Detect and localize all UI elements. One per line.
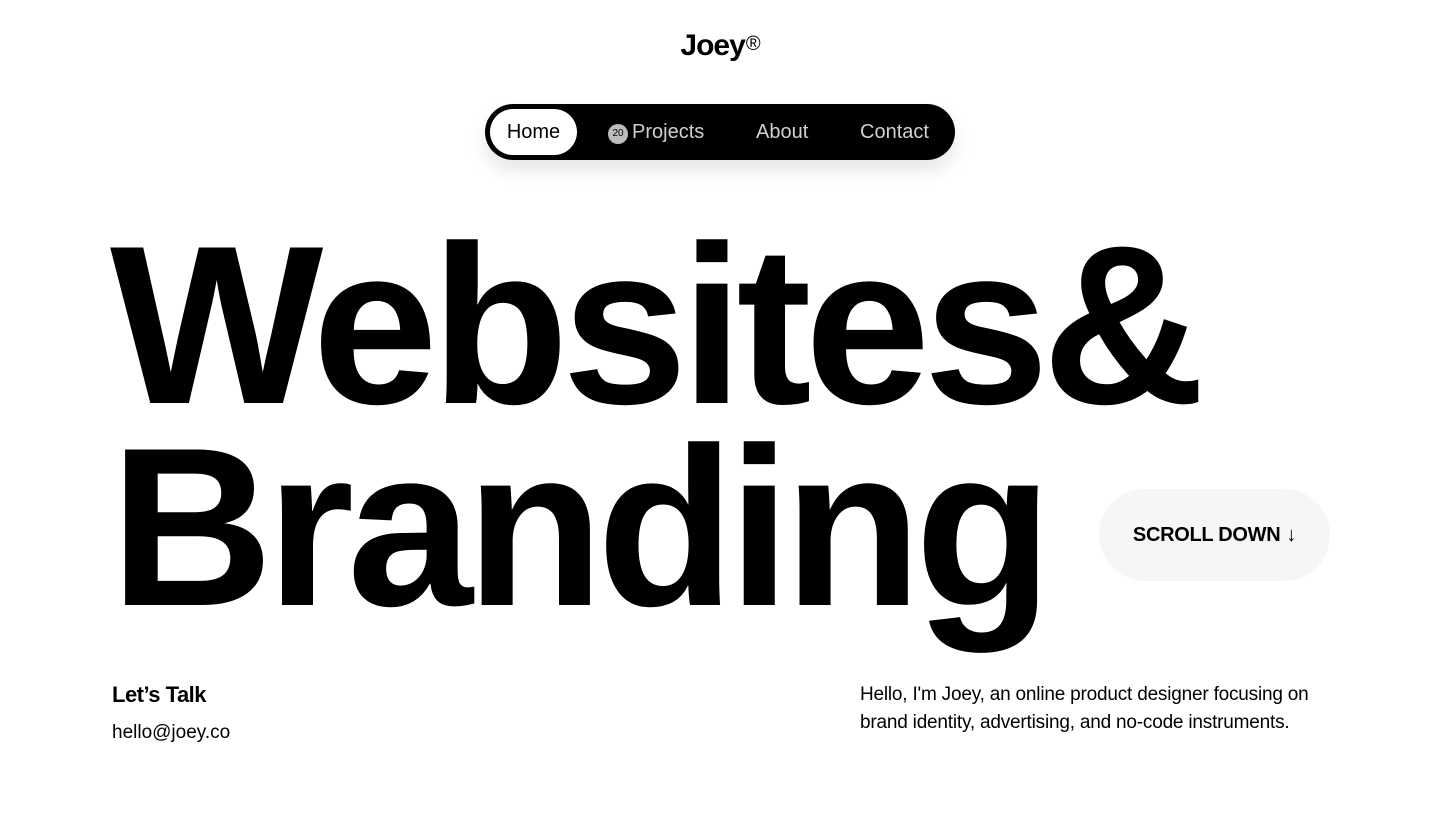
main-nav: Home 20 Projects About Contact [485,104,955,160]
nav-item-about[interactable]: About [756,109,808,155]
lets-talk-heading: Let’s Talk [112,682,207,707]
nav-item-label: Contact [860,121,929,143]
nav-item-projects[interactable]: 20 Projects [608,109,704,155]
email-link[interactable]: hello@joey.co [112,722,230,744]
arrow-down-icon: ↓ [1286,524,1297,546]
nav-item-contact[interactable]: Contact [860,109,929,155]
logo[interactable]: Joey® [0,26,1440,66]
nav-item-home[interactable]: Home [490,109,577,155]
page: Joey® Home 20 Projects About Contact Webs… [0,0,1440,818]
registered-mark: ® [745,33,761,55]
hero-heading-line-2: Branding [110,400,1053,653]
logo-text: Joey [680,29,745,62]
scroll-down-button[interactable]: SCROLL DOWN ↓ [1099,489,1330,581]
nav-item-label: About [756,121,809,143]
nav-item-label: Projects [632,121,705,143]
nav-item-label: Home [506,121,561,143]
scroll-down-label: SCROLL DOWN [1132,524,1281,546]
bio-text: Hello, I'm Joey, an online product desig… [860,684,1309,733]
projects-count-badge: 20 [608,124,628,144]
